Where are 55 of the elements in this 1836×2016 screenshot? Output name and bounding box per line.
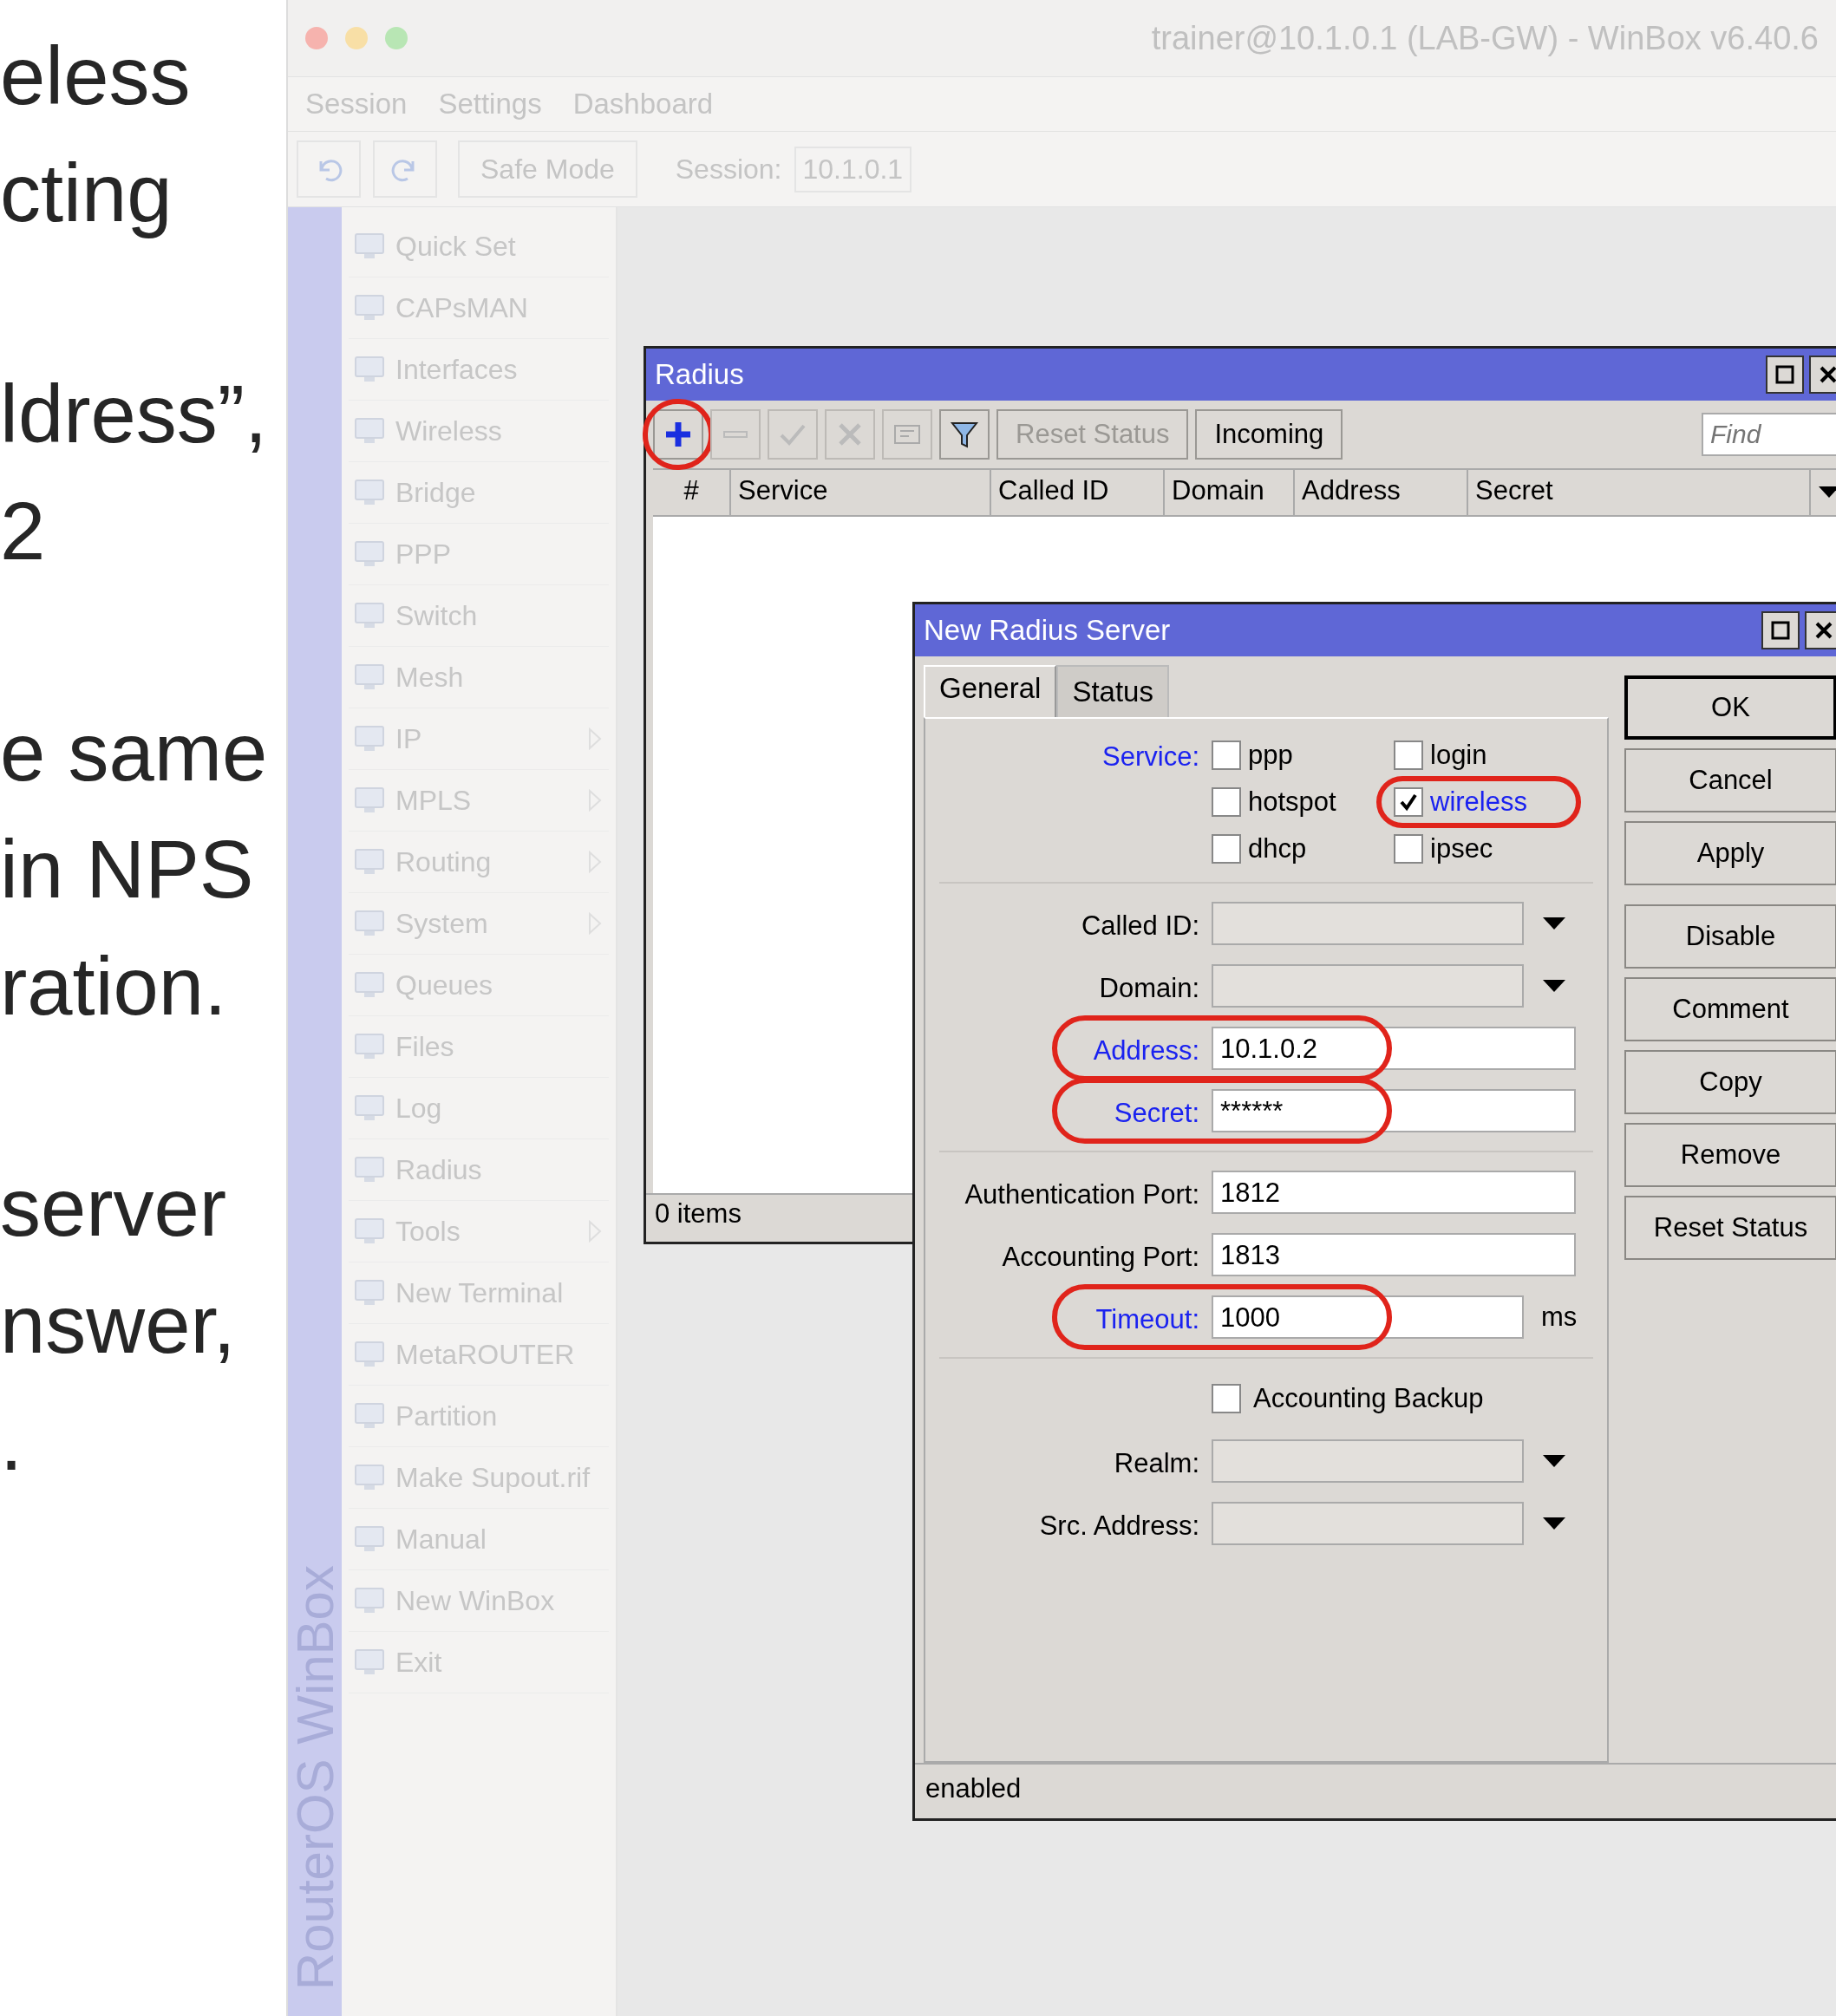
dialog-button[interactable]: Remove [1624,1123,1836,1187]
slide-text-line: cting [0,147,173,240]
input-field[interactable]: 1812 [1212,1171,1576,1214]
dialog-button[interactable]: Reset Status [1624,1196,1836,1260]
checkbox-label[interactable]: Accounting Backup [1253,1383,1484,1414]
field-label: Realm: [1113,1447,1199,1479]
tab[interactable]: Status [1056,665,1169,717]
window-title: New Radius Server [924,614,1171,647]
dialog-button[interactable]: Disable [1624,904,1836,969]
input-field[interactable]: 10.1.0.2 [1212,1027,1576,1070]
field-label: Authentication Port: [964,1178,1199,1210]
input-field[interactable]: 1000 [1212,1295,1524,1339]
input-field[interactable]: ****** [1212,1089,1576,1132]
slide-text-line: 2 [0,485,47,578]
item-count: 0 items [655,1198,742,1229]
slide-text-line: eless [0,29,192,123]
field-label: Secret: [1113,1097,1199,1129]
checkbox-label[interactable]: dhcp [1248,833,1307,864]
find-field[interactable]: Find [1702,413,1836,456]
window-title: Radius [655,358,744,391]
checkbox-label[interactable]: ipsec [1430,833,1493,864]
slide-text-line: ration. [0,940,228,1034]
checkbox-label[interactable]: ppp [1248,740,1293,771]
checkbox-label[interactable]: hotspot [1248,786,1336,818]
field-label: Domain: [1098,972,1199,1004]
dialog-button[interactable]: Cancel [1624,748,1836,812]
column-header[interactable]: Service [731,470,991,515]
slide-text-line: ldress”, [0,368,269,461]
field-label: Address: [1092,1034,1199,1067]
dialog-button[interactable]: Comment [1624,977,1836,1041]
checkbox-label[interactable]: wireless [1430,786,1527,818]
slide-text-line: server [0,1161,228,1255]
column-header[interactable]: Address [1295,470,1468,515]
field-label: Accounting Port: [1001,1241,1199,1273]
toolbar-button[interactable]: Incoming [1195,409,1343,460]
column-header[interactable]: Called ID [991,470,1165,515]
unit-label: ms [1541,1302,1578,1333]
field-label: Service: [1101,741,1199,773]
dialog-button[interactable]: Copy [1624,1050,1836,1114]
column-header[interactable]: # [653,470,731,515]
slide-text-line: e same [0,706,269,799]
slide-text-line: . [0,1395,24,1489]
checkbox-label[interactable]: login [1430,740,1487,771]
field-label: Timeout: [1094,1303,1199,1335]
column-header[interactable]: Secret [1468,470,1811,515]
field-label: Called ID: [1080,910,1199,942]
field-label: Src. Address: [1038,1510,1199,1542]
column-header[interactable]: Domain [1165,470,1295,515]
slide-text-line: nswer, [0,1278,237,1372]
dialog-button[interactable]: OK [1624,675,1836,740]
slide-text-line: in NPS [0,823,255,917]
dialog-button[interactable]: Apply [1624,821,1836,885]
status-text: enabled [925,1773,1022,1804]
input-field[interactable]: 1813 [1212,1233,1576,1276]
tab[interactable]: General [924,665,1057,717]
